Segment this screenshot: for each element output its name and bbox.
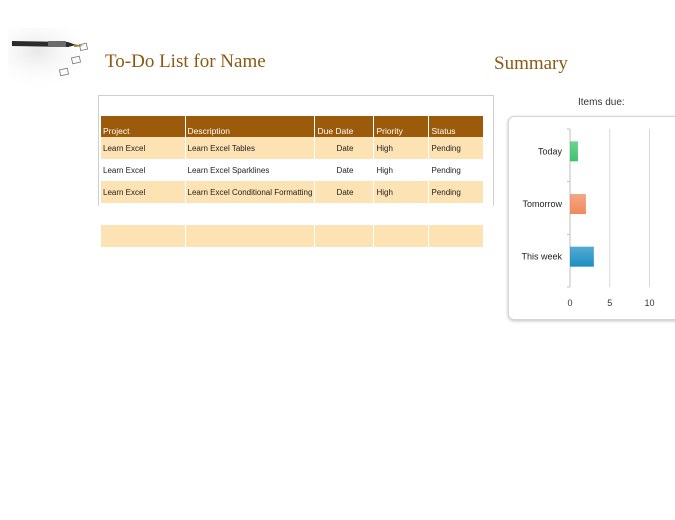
cell-due-date[interactable] [314,203,375,225]
cell-description[interactable]: Learn Excel Sparklines [185,159,316,181]
header-status[interactable]: Status [428,116,485,137]
table-row [101,225,485,247]
page-title: To-Do List for Name [105,51,266,72]
cell-status[interactable]: Pending [428,137,485,159]
cell-priority[interactable] [373,203,430,225]
cell-status[interactable] [428,203,485,225]
cell-description[interactable]: Learn Excel Tables [185,137,316,159]
worksheet-page: To-Do List for Name Summary Project Desc… [0,0,675,520]
cell-project[interactable]: Learn Excel [101,137,186,159]
table-row: Learn Excel Learn Excel Sparklines Date … [101,159,485,181]
cell-priority[interactable] [373,225,430,247]
cell-priority[interactable]: High [373,137,430,159]
cell-due-date[interactable]: Date [314,137,375,159]
chart-title: Items due: [578,97,625,108]
cell-description[interactable] [185,203,316,225]
table-row: Learn Excel Learn Excel Conditional Form… [101,181,485,203]
pen-checklist-illustration [8,28,92,86]
cell-description[interactable] [185,225,316,247]
chart-tick-label: 10 [644,298,654,308]
chart-category-label: This week [521,252,562,262]
header-project[interactable]: Project [101,116,186,137]
chart-tick-label: 5 [607,298,612,308]
summary-title: Summary [494,53,568,74]
todo-table: Project Description Due Date Priority St… [101,116,485,247]
cell-status[interactable]: Pending [428,159,485,181]
cell-priority[interactable]: High [373,159,430,181]
table-row: Learn Excel Learn Excel Tables Date High… [101,137,485,159]
chart-category-label: Today [538,146,563,156]
chart-bar-tomorrow [570,194,586,214]
cell-project[interactable] [101,225,186,247]
table-row [101,203,485,225]
header-priority[interactable]: Priority [373,116,430,137]
cell-description[interactable]: Learn Excel Conditional Formatting [185,181,316,203]
header-due-date[interactable]: Due Date [314,116,375,137]
chart-category-label: Tomorrow [522,199,562,209]
cell-due-date[interactable]: Date [314,159,375,181]
cell-status[interactable]: Pending [428,181,485,203]
cell-status[interactable] [428,225,485,247]
cell-due-date[interactable]: Date [314,181,375,203]
cell-project[interactable] [101,203,186,225]
cell-project[interactable]: Learn Excel [101,181,186,203]
items-due-chart[interactable]: 051015TodayTomorrowThis week [508,116,675,320]
header-description[interactable]: Description [185,116,316,137]
cell-project[interactable]: Learn Excel [101,159,186,181]
chart-bar-today [570,141,578,162]
chart-tick-label: 0 [567,298,572,308]
chart-svg: 051015TodayTomorrowThis week [521,128,655,308]
cell-priority[interactable]: High [373,181,430,203]
chart-bar-this-week [570,246,594,267]
table-header-row: Project Description Due Date Priority St… [101,116,485,137]
cell-due-date[interactable] [314,225,375,247]
